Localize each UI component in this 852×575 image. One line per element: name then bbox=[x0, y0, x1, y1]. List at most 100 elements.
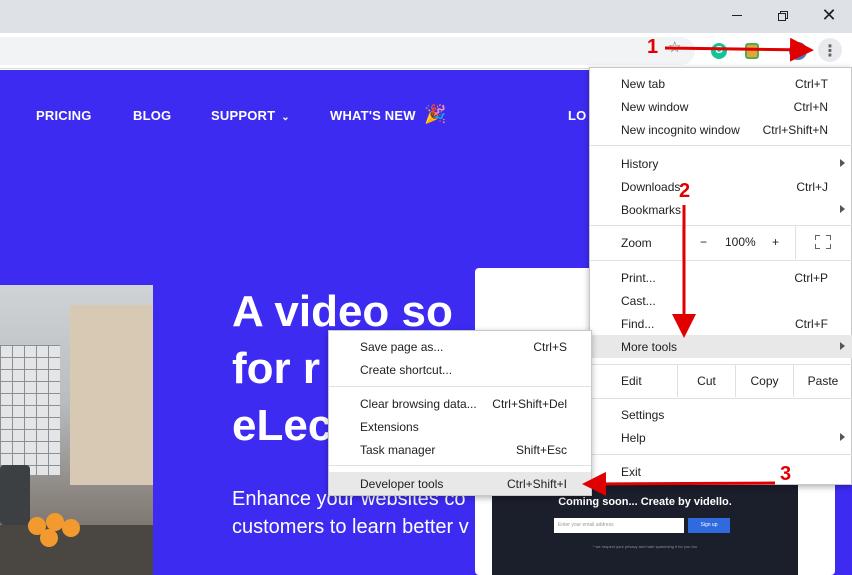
photo-tiles bbox=[0, 345, 60, 475]
menu-item-print[interactable]: Print... Ctrl+P bbox=[590, 266, 852, 289]
address-bar[interactable] bbox=[0, 37, 695, 65]
submenu-arrow-icon bbox=[840, 205, 845, 213]
restore-icon[interactable] bbox=[760, 0, 806, 30]
menu-item-label: Downloads bbox=[621, 180, 681, 194]
preview-signup-button[interactable]: Sign up bbox=[688, 518, 730, 533]
extension-icon[interactable] bbox=[745, 43, 759, 59]
menu-item-help[interactable]: Help bbox=[590, 426, 852, 449]
menu-item-find[interactable]: Find... Ctrl+F bbox=[590, 312, 852, 335]
submenu-item-extensions[interactable]: Extensions bbox=[329, 415, 591, 438]
menu-item-label: Help bbox=[621, 431, 646, 445]
menu-item-shortcut: Ctrl+P bbox=[794, 271, 828, 285]
menu-item-label: Exit bbox=[621, 465, 642, 479]
menu-item-cast[interactable]: Cast... bbox=[590, 289, 852, 312]
submenu-item-task-manager[interactable]: Task manager Shift+Esc bbox=[329, 438, 591, 461]
menu-item-history[interactable]: History bbox=[590, 152, 852, 175]
menu-item-label: Bookmarks bbox=[621, 203, 682, 217]
annotation-step-1: 1 bbox=[647, 36, 659, 58]
submenu-item-label: Developer tools bbox=[360, 477, 444, 491]
menu-item-new-window[interactable]: New window Ctrl+N bbox=[590, 95, 852, 118]
close-icon[interactable]: ✕ bbox=[806, 0, 852, 30]
preview-title: Coming soon... Create by vidello. bbox=[558, 496, 732, 508]
photo-orange bbox=[62, 519, 80, 537]
more-tools-submenu: Save page as... Ctrl+S Create shortcut..… bbox=[328, 330, 592, 496]
menu-item-label: History bbox=[621, 157, 659, 171]
submenu-item-label: Save page as... bbox=[360, 340, 444, 354]
zoom-divider bbox=[682, 226, 683, 259]
menu-item-label: New incognito window bbox=[621, 123, 740, 137]
zoom-in-button[interactable]: + bbox=[772, 235, 779, 249]
fullscreen-icon[interactable] bbox=[815, 235, 831, 249]
edit-label: Edit bbox=[621, 374, 642, 388]
menu-divider bbox=[590, 260, 852, 261]
menu-item-shortcut: Ctrl+T bbox=[795, 77, 828, 91]
annotation-step-2: 2 bbox=[679, 180, 691, 202]
submenu-item-label: Create shortcut... bbox=[360, 363, 453, 377]
menu-item-shortcut: Ctrl+F bbox=[795, 317, 828, 331]
menu-item-settings[interactable]: Settings bbox=[590, 403, 852, 426]
zoom-out-button[interactable]: − bbox=[700, 235, 707, 249]
window-titlebar: ✕ bbox=[0, 0, 852, 33]
menu-item-label: New tab bbox=[621, 77, 666, 91]
menu-item-more-tools[interactable]: More tools bbox=[590, 335, 852, 358]
submenu-divider bbox=[329, 465, 591, 466]
menu-item-shortcut: Ctrl+Shift+N bbox=[762, 123, 828, 137]
menu-item-exit[interactable]: Exit bbox=[590, 460, 852, 483]
menu-divider bbox=[590, 398, 852, 399]
annotation-step-3: 3 bbox=[780, 463, 792, 485]
star-icon[interactable]: ☆ bbox=[668, 38, 681, 56]
menu-item-bookmarks[interactable]: Bookmarks bbox=[590, 198, 852, 221]
menu-item-label: Print... bbox=[621, 271, 656, 285]
menu-item-new-incognito[interactable]: New incognito window Ctrl+Shift+N bbox=[590, 118, 852, 141]
photo-pot bbox=[0, 465, 30, 525]
submenu-item-shortcut: Shift+Esc bbox=[515, 443, 567, 457]
menu-divider bbox=[590, 145, 852, 146]
copy-button[interactable]: Copy bbox=[735, 365, 793, 397]
menu-item-shortcut: Ctrl+N bbox=[793, 100, 828, 114]
cut-button[interactable]: Cut bbox=[677, 365, 735, 397]
menu-item-label: New window bbox=[621, 100, 689, 114]
nav-pricing[interactable]: PRICING bbox=[36, 108, 92, 123]
zoom-level: 100% bbox=[725, 235, 756, 249]
paste-button[interactable]: Paste bbox=[793, 365, 852, 397]
minimize-icon[interactable] bbox=[714, 0, 760, 30]
chrome-main-menu: New tab Ctrl+T New window Ctrl+N New inc… bbox=[589, 67, 852, 485]
submenu-item-shortcut: Ctrl+Shift+I bbox=[506, 477, 567, 491]
kebab-menu-icon[interactable]: ⋮ bbox=[818, 38, 842, 62]
party-popper-icon: 🎉 bbox=[424, 104, 447, 125]
menu-item-shortcut: Ctrl+J bbox=[796, 180, 828, 194]
nav-support-label: SUPPORT bbox=[211, 108, 276, 123]
chevron-down-icon: ⌄ bbox=[281, 112, 290, 123]
submenu-item-create-shortcut[interactable]: Create shortcut... bbox=[329, 358, 591, 381]
hero-headline-3: eLec bbox=[232, 401, 333, 450]
kitchen-photo bbox=[0, 285, 153, 575]
grammarly-icon[interactable]: G bbox=[711, 43, 727, 59]
menu-item-downloads[interactable]: Downloads Ctrl+J bbox=[590, 175, 852, 198]
submenu-item-save-page[interactable]: Save page as... Ctrl+S bbox=[329, 335, 591, 358]
submenu-item-developer-tools[interactable]: Developer tools Ctrl+Shift+I bbox=[329, 472, 591, 495]
avatar[interactable] bbox=[789, 42, 807, 60]
submenu-arrow-icon bbox=[840, 433, 845, 441]
zoom-divider bbox=[795, 226, 796, 259]
nav-whats-new[interactable]: WHAT'S NEW bbox=[330, 108, 416, 123]
hero-subline-2: customers to learn better v bbox=[232, 516, 469, 538]
nav-blog[interactable]: BLOG bbox=[133, 108, 171, 123]
menu-edit-row: Edit Cut Copy Paste bbox=[590, 365, 852, 397]
nav-login[interactable]: LO bbox=[568, 108, 586, 123]
photo-orange bbox=[40, 529, 58, 547]
preview-email-input[interactable]: Enter your email address bbox=[554, 518, 684, 533]
submenu-arrow-icon bbox=[840, 159, 845, 167]
zoom-label: Zoom bbox=[621, 236, 652, 250]
menu-item-label: Cast... bbox=[621, 294, 656, 308]
menu-item-label: More tools bbox=[621, 340, 678, 354]
submenu-item-label: Task manager bbox=[360, 443, 436, 457]
submenu-item-shortcut: Ctrl+Shift+Del bbox=[492, 397, 567, 411]
menu-item-label: Settings bbox=[621, 408, 665, 422]
photo-cabinet bbox=[70, 305, 153, 485]
preview-note: * we respect your privacy and hate spamm… bbox=[592, 544, 698, 549]
menu-item-new-tab[interactable]: New tab Ctrl+T bbox=[590, 72, 852, 95]
submenu-arrow-icon bbox=[840, 342, 845, 350]
nav-support[interactable]: SUPPORT ⌄ bbox=[211, 108, 290, 123]
menu-divider bbox=[590, 454, 852, 455]
submenu-item-clear-data[interactable]: Clear browsing data... Ctrl+Shift+Del bbox=[329, 392, 591, 415]
